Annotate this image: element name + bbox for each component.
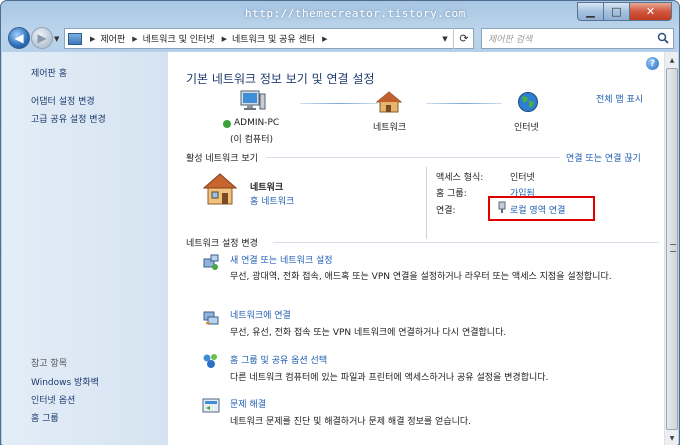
connect-disconnect-link[interactable]: 연결 또는 연결 끊기 bbox=[566, 151, 641, 164]
main-panel: ? 기본 네트워크 정보 보기 및 연결 설정 전체 맵 표시 ADMIN-PC… bbox=[168, 52, 664, 445]
new-connection-icon bbox=[203, 254, 219, 270]
vertical-scrollbar[interactable]: ▲ ▼ bbox=[664, 52, 678, 445]
connect-network-icon bbox=[203, 311, 219, 325]
watermark-text: http://themecreator.tistory.com bbox=[245, 7, 466, 20]
control-panel-icon bbox=[68, 32, 82, 45]
chevron-right-icon[interactable]: ▶ bbox=[222, 35, 227, 43]
globe-icon bbox=[518, 92, 538, 112]
full-map-link[interactable]: 전체 맵 표시 bbox=[596, 92, 643, 105]
close-button[interactable]: ✕ bbox=[629, 2, 672, 21]
task-homegroup-link[interactable]: 홈 그룹 및 공유 옵션 선택 bbox=[230, 353, 327, 366]
search-icon[interactable] bbox=[657, 32, 669, 44]
minimize-button[interactable]: ▁ bbox=[577, 2, 603, 21]
access-type-key: 액세스 형식: bbox=[436, 173, 484, 183]
house-icon bbox=[376, 91, 402, 113]
scroll-grip-icon bbox=[670, 244, 676, 252]
chevron-right-icon[interactable]: ▶ bbox=[132, 35, 137, 43]
network-settings-header: 네트워크 설정 변경 bbox=[186, 239, 258, 249]
map-connector-line bbox=[426, 103, 502, 104]
section-divider bbox=[273, 242, 659, 243]
active-network-name: 네트워크 bbox=[250, 183, 284, 193]
breadcrumb-control-panel[interactable]: 제어판 bbox=[100, 32, 125, 45]
forward-arrow-icon: ▶ bbox=[37, 31, 47, 45]
section-divider bbox=[266, 157, 560, 158]
network-map-label: 네트워크 bbox=[373, 123, 407, 133]
back-button[interactable]: ◀ bbox=[8, 27, 30, 49]
map-connector-line bbox=[300, 103, 378, 104]
sidebar-link-control-panel-home[interactable]: 제어판 홈 bbox=[31, 66, 67, 79]
scrollbar-thumb[interactable] bbox=[666, 68, 678, 430]
search-placeholder: 제어판 검색 bbox=[488, 35, 533, 45]
vertical-divider bbox=[426, 167, 427, 239]
internet-map-label: 인터넷 bbox=[514, 123, 539, 133]
task-connect-network-link[interactable]: 네트워크에 연결 bbox=[230, 308, 291, 321]
task-homegroup-desc: 다른 네트워크 컴퓨터에 있는 파일과 프린터에 액세스하거나 공유 설정을 변… bbox=[230, 373, 549, 383]
content-area: 제어판 홈 어댑터 설정 변경 고급 공유 설정 변경 참고 항목 Window… bbox=[2, 52, 678, 445]
sidebar-link-advanced-sharing[interactable]: 고급 공유 설정 변경 bbox=[31, 112, 106, 125]
caption-buttons: ▁ □ ✕ bbox=[577, 2, 672, 21]
access-type-value: 인터넷 bbox=[510, 173, 535, 183]
recent-pages-dropdown[interactable]: ▼ bbox=[54, 35, 59, 43]
search-input[interactable]: 제어판 검색 bbox=[481, 28, 674, 49]
window-frame: http://themecreator.tistory.com ▁ □ ✕ ◀ … bbox=[0, 0, 680, 445]
sidebar-link-adapter-settings[interactable]: 어댑터 설정 변경 bbox=[31, 94, 95, 107]
computer-icon bbox=[240, 90, 266, 110]
sidebar-link-internet-options[interactable]: 인터넷 옵션 bbox=[31, 393, 75, 406]
troubleshoot-icon bbox=[202, 398, 220, 413]
scroll-up-icon[interactable]: ▲ bbox=[665, 52, 679, 68]
homegroup-key: 홈 그룹: bbox=[436, 189, 467, 199]
computer-name-label: ADMIN-PC bbox=[234, 118, 280, 128]
sidebar: 제어판 홈 어댑터 설정 변경 고급 공유 설정 변경 참고 항목 Window… bbox=[2, 52, 168, 445]
sidebar-link-windows-firewall[interactable]: Windows 방화벽 bbox=[31, 375, 99, 388]
sidebar-link-homegroup[interactable]: 홈 그룹 bbox=[31, 411, 59, 424]
network-type-link[interactable]: 홈 네트워크 bbox=[250, 194, 294, 207]
page-title: 기본 네트워크 정보 보기 및 연결 설정 bbox=[186, 72, 375, 86]
task-new-connection-desc: 무선, 광대역, 전화 접속, 애드혹 또는 VPN 연결을 설정하거나 라우터… bbox=[230, 272, 612, 282]
connection-key: 연결: bbox=[436, 206, 456, 216]
task-new-connection-link[interactable]: 새 연결 또는 네트워크 설정 bbox=[230, 253, 333, 266]
task-connect-network-desc: 무선, 유선, 전화 접속 또는 VPN 네트워크에 연결하거나 다시 연결합니… bbox=[230, 328, 507, 338]
computer-sub-label: (이 컴퓨터) bbox=[230, 135, 274, 145]
back-arrow-icon: ◀ bbox=[14, 31, 24, 45]
task-troubleshoot-link[interactable]: 문제 해결 bbox=[230, 397, 266, 410]
help-icon[interactable]: ? bbox=[646, 57, 659, 70]
chevron-right-icon[interactable]: ▶ bbox=[322, 35, 327, 43]
scroll-down-icon[interactable]: ▼ bbox=[665, 430, 679, 445]
sidebar-see-also-label: 참고 항목 bbox=[31, 359, 67, 369]
address-dropdown-icon[interactable]: ▼ bbox=[437, 28, 453, 49]
breadcrumb-network-sharing-center[interactable]: 네트워크 및 공유 센터 bbox=[232, 32, 315, 45]
highlight-box bbox=[488, 196, 595, 221]
address-bar[interactable]: ▶ 제어판 ▶ 네트워크 및 인터넷 ▶ 네트워크 및 공유 센터 ▶ bbox=[64, 28, 474, 49]
house-network-icon bbox=[202, 173, 238, 205]
maximize-button[interactable]: □ bbox=[603, 2, 629, 21]
refresh-icon[interactable]: ⟳ bbox=[453, 28, 474, 49]
forward-button[interactable]: ▶ bbox=[31, 27, 53, 49]
chevron-right-icon[interactable]: ▶ bbox=[90, 35, 95, 43]
homegroup-icon bbox=[203, 354, 217, 368]
network-status-icon bbox=[223, 120, 231, 128]
active-network-header: 활성 네트워크 보기 bbox=[186, 154, 258, 164]
breadcrumb-network-internet[interactable]: 네트워크 및 인터넷 bbox=[143, 32, 215, 45]
task-troubleshoot-desc: 네트워크 문제를 진단 및 해결하거나 문제 해결 정보를 얻습니다. bbox=[230, 417, 472, 427]
navigation-bar: ◀ ▶ ▼ ▶ 제어판 ▶ 네트워크 및 인터넷 ▶ 네트워크 및 공유 센터 … bbox=[1, 25, 680, 51]
